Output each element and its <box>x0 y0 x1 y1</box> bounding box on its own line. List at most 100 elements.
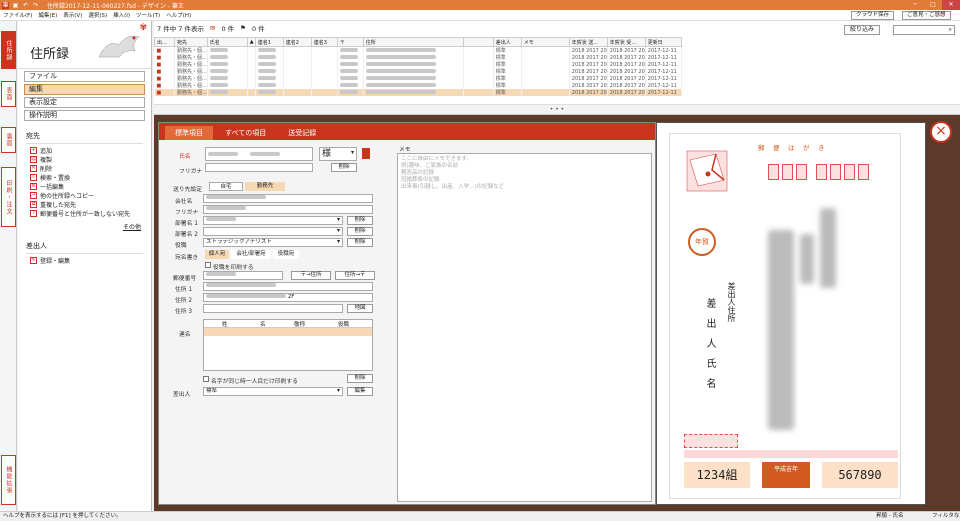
atena-company-option[interactable]: 会社/部署宛 <box>231 250 271 259</box>
duplicate-icon: ▤ <box>30 156 37 163</box>
redo-icon[interactable]: ↷ <box>32 2 39 9</box>
col-received[interactable]: 年賀状 受... <box>606 37 646 47</box>
col-sent[interactable]: 年賀状 送... <box>568 37 608 47</box>
maximize-button[interactable]: □ <box>924 0 942 10</box>
renmei-table[interactable]: 姓 名 敬称 役職 <box>203 319 373 371</box>
tab-standard[interactable]: 標準項目 <box>165 126 213 140</box>
search-replace-item[interactable]: ⌕ 検索・置換 <box>30 173 151 182</box>
col-name[interactable]: 氏名 <box>206 37 248 47</box>
duplicate-item[interactable]: ▤ 複製 <box>30 155 151 164</box>
nav-manual[interactable]: 操作説明 <box>24 110 145 121</box>
tab-print-order[interactable]: 印刷・注文 <box>1 167 16 227</box>
col-sender[interactable]: 差出人 <box>492 37 522 47</box>
col-out[interactable]: 出... <box>154 37 175 47</box>
company-furigana-field[interactable] <box>203 205 373 214</box>
table-row[interactable]: ■ 勤務先・個... 標準 2018 2017 20 2018 2017 20 2017-… <box>154 68 682 75</box>
close-window-button[interactable]: ✕ <box>942 0 960 10</box>
delete-title-button[interactable]: 削除 <box>347 238 373 247</box>
honorific-select[interactable]: 様 <box>319 147 357 161</box>
delete-dept1-button[interactable]: 削除 <box>347 216 373 225</box>
tab-front[interactable]: 表面 <box>1 81 16 107</box>
col-zip[interactable]: 〒 <box>336 37 364 47</box>
list-splitter[interactable]: • • • <box>154 104 960 114</box>
table-row[interactable]: ■ 勤務先・個... 標準 2018 2017 20 2018 2017 20 2017-… <box>154 61 682 68</box>
table-row[interactable]: ■ 勤務先・個... 標準 2018 2017 20 2018 2017 20 2017-… <box>154 46 682 54</box>
add-item[interactable]: + 追加 <box>30 146 151 155</box>
atena-title-option[interactable]: 役職宛 <box>273 250 299 259</box>
title-select[interactable]: ストラテジックアナリスト <box>203 238 343 247</box>
delete-icon: ✕ <box>30 165 37 172</box>
dept1-select[interactable] <box>203 216 343 225</box>
col-renmei2[interactable]: 連名2 <box>282 37 312 47</box>
close-editor-button[interactable]: × <box>930 121 952 143</box>
company-field[interactable] <box>203 194 373 203</box>
zip-field[interactable] <box>203 271 283 280</box>
delete-renmei-button[interactable]: 削除 <box>347 374 373 383</box>
send-work-tab[interactable]: 勤務先 <box>245 182 285 191</box>
nav-edit[interactable]: 編集 <box>24 84 145 95</box>
send-home-tab[interactable]: 自宅 <box>209 182 243 191</box>
tab-addressbook[interactable]: 住所録 <box>1 31 16 69</box>
table-row[interactable]: ■ 勤務先・個... 標準 2018 2017 20 2018 2017 20 2017-… <box>154 75 682 82</box>
atena-individual-option[interactable]: 個人宛 <box>205 250 229 259</box>
memo-textarea[interactable]: ここに自由にメモできます。 例)趣味、ご家族の名前 贈答品の記録 冠婚葬祭の記録… <box>397 153 652 502</box>
nav-display-settings[interactable]: 表示設定 <box>24 97 145 108</box>
delete-name-button[interactable]: 削除 <box>331 163 357 172</box>
delete-item[interactable]: ✕ 削除 <box>30 164 151 173</box>
map-button[interactable]: 地図 <box>347 304 373 313</box>
zip-mismatch-item[interactable]: ? 郵便番号と住所が一致しない宛先 <box>30 209 151 218</box>
save-icon[interactable]: ▣ <box>12 2 19 9</box>
other-link[interactable]: その他 <box>18 222 141 231</box>
table-row[interactable]: ■ 勤務先・個... 標準 2018 2017 20 2018 2017 20 2017-… <box>154 89 682 96</box>
cloud-save-button[interactable]: クラウド保存 <box>851 11 895 20</box>
address-to-zip-button[interactable]: 住所→〒 <box>335 271 375 280</box>
sender-register-item[interactable]: ✎ 登録・編集 <box>30 256 151 265</box>
minimize-button[interactable]: ─ <box>906 0 924 10</box>
tab-back[interactable]: 裏面 <box>1 127 16 153</box>
menu-help[interactable]: ヘルプ(H) <box>163 11 194 19</box>
edit-sender-button[interactable]: 編集 <box>347 387 373 396</box>
table-row[interactable]: ■ 勤務先・個... 標準 2018 2017 20 2018 2017 20 2017-… <box>154 82 682 89</box>
dept2-select[interactable] <box>203 227 343 236</box>
col-renmei1[interactable]: 連名1 <box>254 37 284 47</box>
book-icon[interactable] <box>362 148 370 159</box>
nav-file[interactable]: ファイル <box>24 71 145 82</box>
col-blank[interactable] <box>462 37 494 47</box>
name-field[interactable] <box>205 147 313 161</box>
tab-all-items[interactable]: すべての項目 <box>215 126 276 140</box>
menu-tools[interactable]: ツール(T) <box>133 11 163 19</box>
same-surname-checkbox[interactable] <box>203 376 209 382</box>
col-address[interactable]: 住所 <box>362 37 464 47</box>
bulk-edit-item[interactable]: ≡ 一括編集 <box>30 182 151 191</box>
col-updated[interactable]: 更新日 <box>644 37 682 47</box>
sort-asc-icon[interactable]: ▲ <box>246 37 256 47</box>
menu-insert[interactable]: 挿入(I) <box>110 11 133 19</box>
menu-edit[interactable]: 編集(E) <box>35 11 60 19</box>
tab-send-record[interactable]: 送受記録 <box>278 126 326 140</box>
filter-button[interactable]: 絞り込み <box>844 25 881 35</box>
menu-view[interactable]: 表示(V) <box>60 11 85 19</box>
search-input[interactable]: ⌕ <box>893 25 955 35</box>
furigana-field[interactable] <box>205 163 313 172</box>
table-row[interactable]: ■ 勤務先・個... 標準 2018 2017 20 2018 2017 20 2017-… <box>154 54 682 61</box>
feedback-button[interactable]: ご意見・ご感想 <box>902 11 951 20</box>
zip-to-address-button[interactable]: 〒→住所 <box>291 271 331 280</box>
addr1-field[interactable] <box>203 282 373 291</box>
col-atesaki[interactable]: 宛先 <box>174 37 208 47</box>
undo-icon[interactable]: ↶ <box>22 2 29 9</box>
addr3-field[interactable] <box>203 304 343 313</box>
zip-mismatch-icon: ? <box>30 210 37 217</box>
renmei-row[interactable] <box>204 328 372 336</box>
row-sender: 標準 <box>493 68 522 75</box>
delete-dept2-button[interactable]: 削除 <box>347 227 373 236</box>
col-memo[interactable]: メモ <box>520 37 570 47</box>
copy-to-other-item[interactable]: → 他の住所録へコピー <box>30 191 151 200</box>
sender-select[interactable]: 標準 <box>203 387 343 396</box>
addr2-field[interactable]: 2F <box>203 293 373 302</box>
menu-file[interactable]: ファイル(F) <box>0 11 35 19</box>
print-title-checkbox[interactable] <box>205 262 211 268</box>
tab-extensions[interactable]: 機能拡張 <box>1 455 16 505</box>
col-renmei3[interactable]: 連名3 <box>310 37 338 47</box>
menu-select[interactable]: 選択(S) <box>85 11 110 19</box>
duplicates-item[interactable]: ⧉ 重複した宛先 <box>30 200 151 209</box>
